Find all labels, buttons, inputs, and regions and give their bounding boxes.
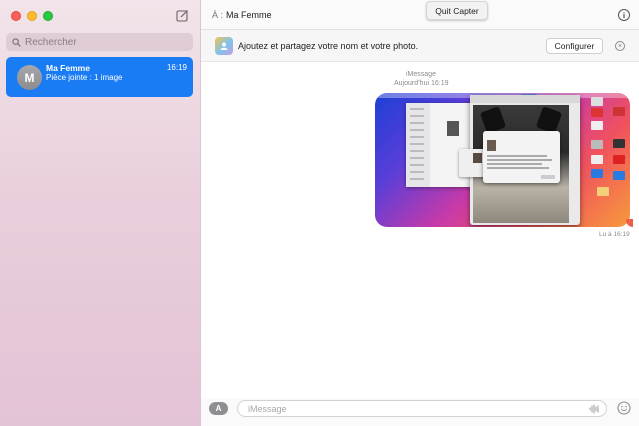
conversation-name: Ma Femme	[46, 63, 90, 73]
desktop-icon	[591, 121, 603, 130]
message-input-field[interactable]	[237, 400, 607, 417]
desktop-icon	[591, 140, 603, 149]
screenshot-dialog	[483, 131, 560, 183]
conversation-pane: À : Ma Femme i Quit Capter Ajoutez et pa…	[201, 0, 639, 426]
compose-icon[interactable]	[176, 9, 189, 22]
to-label: À :	[212, 10, 224, 20]
read-receipt: Lu à 16:19	[599, 231, 630, 238]
image-attachment[interactable]	[375, 93, 630, 227]
contacts-icon	[215, 37, 233, 55]
desktop-icon	[591, 155, 603, 164]
recipient-name[interactable]: Ma Femme	[226, 10, 272, 20]
desktop-icon	[613, 155, 625, 164]
avatar: M	[17, 65, 42, 90]
search-placeholder: Rechercher	[25, 36, 77, 48]
conversation-item[interactable]: M Ma Femme 16:19 Pièce jointe : 1 image	[6, 57, 193, 97]
banner-text: Ajoutez et partagez votre nom et votre p…	[238, 41, 419, 51]
close-window-button[interactable]	[11, 11, 21, 21]
sidebar: Rechercher M Ma Femme 16:19 Pièce jointe…	[0, 0, 201, 426]
info-icon[interactable]: i	[618, 9, 630, 21]
desktop-icon	[613, 107, 625, 116]
share-name-banner: Ajoutez et partagez votre nom et votre p…	[201, 30, 639, 62]
configure-button[interactable]: Configurer	[546, 38, 603, 54]
search-field[interactable]: Rechercher	[6, 33, 193, 51]
desktop-icon	[591, 97, 603, 106]
close-icon[interactable]: ×	[615, 41, 625, 51]
desktop-icon	[591, 108, 603, 117]
message-input[interactable]	[248, 403, 578, 415]
desktop-icon	[597, 187, 609, 196]
desktop-icon	[613, 171, 625, 180]
minimize-window-button[interactable]	[27, 11, 37, 21]
composer: A	[201, 398, 639, 426]
window-controls	[11, 11, 53, 21]
audio-waveform-icon[interactable]	[589, 404, 600, 414]
app-store-icon[interactable]: A	[209, 402, 228, 415]
conversation-time: 16:19	[166, 63, 187, 72]
desktop-icon	[613, 139, 625, 148]
emoji-icon[interactable]	[617, 401, 631, 415]
service-label: iMessage	[406, 71, 436, 78]
zoom-window-button[interactable]	[43, 11, 53, 21]
conversation-preview: Pièce jointe : 1 image	[46, 73, 123, 82]
quit-capter-button[interactable]: Quit Capter	[426, 1, 488, 20]
header: À : Ma Femme i	[201, 0, 639, 30]
message-date: Aujourd’hui 16:19	[394, 80, 449, 87]
search-icon	[12, 37, 21, 47]
desktop-icon	[591, 169, 603, 178]
